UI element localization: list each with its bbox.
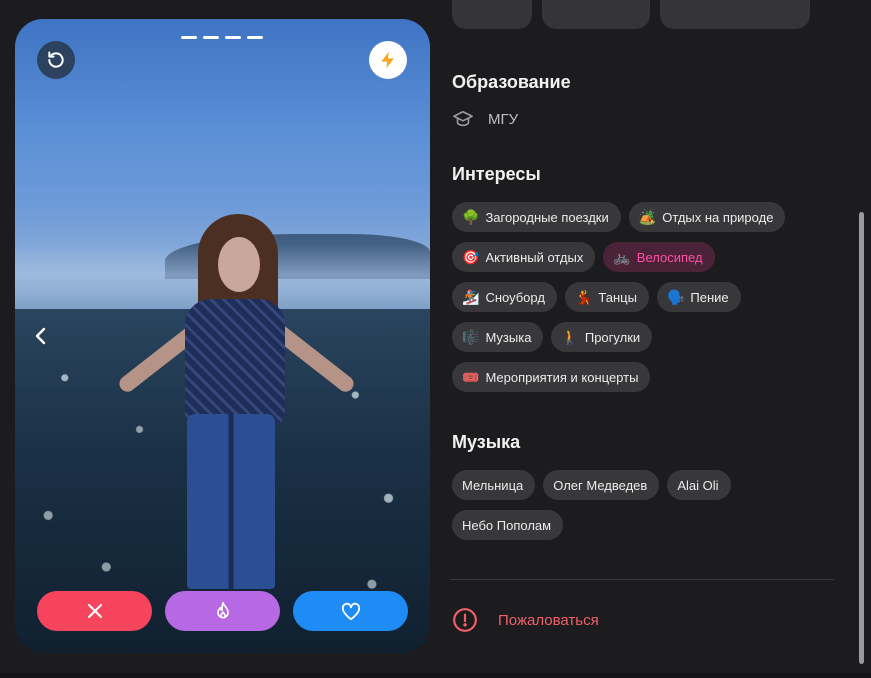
previous-photo-button[interactable] [30, 322, 52, 350]
lightning-icon [381, 51, 394, 69]
interest-chip-active[interactable]: 🚲 Велосипед [603, 242, 715, 272]
info-chip [542, 0, 650, 29]
interest-emoji-icon: 🎼 [462, 329, 480, 345]
music-label: Олег Медведев [553, 477, 648, 493]
interest-emoji-icon: 🎟️ [462, 369, 480, 385]
interest-chip[interactable]: 💃 Танцы [564, 282, 649, 312]
undo-icon [48, 51, 64, 68]
photo-progress-segment[interactable] [225, 36, 241, 39]
interest-chip[interactable]: 🏂 Сноуборд [452, 282, 557, 312]
scrollbar-thumb[interactable] [859, 212, 864, 664]
report-button[interactable]: Пожаловаться [452, 607, 599, 633]
interest-chip[interactable]: 🎯 Активный отдых [452, 242, 596, 272]
heart-icon [341, 602, 360, 621]
undo-button[interactable] [37, 41, 75, 79]
interest-label: Мероприятия и концерты [485, 369, 639, 385]
music-label: Alai Oli [677, 477, 719, 493]
interest-chip[interactable]: 🗣️ Пение [656, 282, 741, 312]
top-info-chips-cutoff [452, 0, 810, 29]
photo-person-legs [187, 414, 275, 589]
alert-circle-icon [453, 608, 477, 632]
interest-chip[interactable]: 🎼 Музыка [452, 322, 544, 352]
photo-progress-segment[interactable] [247, 36, 263, 39]
music-label: Небо Пополам [462, 517, 552, 533]
education-value: МГУ [488, 110, 519, 128]
interest-label: Пение [690, 289, 729, 305]
interests-title: Интересы [452, 164, 541, 184]
interest-label: Музыка [485, 329, 532, 345]
section-divider [450, 579, 834, 580]
photo-person-face [218, 237, 260, 292]
window-bottom-edge [0, 673, 871, 678]
interest-label: Велосипед [636, 249, 703, 265]
swipe-action-bar [37, 591, 408, 631]
photo-progress-indicator [181, 36, 263, 39]
photo-progress-segment[interactable] [203, 36, 219, 39]
music-chip[interactable]: Alai Oli [667, 470, 731, 500]
interest-emoji-icon: 🚲 [613, 249, 631, 265]
interest-label: Танцы [598, 289, 637, 305]
music-chip[interactable]: Олег Медведев [543, 470, 660, 500]
chevron-left-icon [35, 327, 46, 345]
interest-emoji-icon: 🗣️ [666, 289, 685, 305]
interest-emoji-icon: 🎯 [462, 249, 480, 265]
interest-emoji-icon: 💃 [574, 289, 593, 305]
interests-list: 🌳 Загородные поездки 🏕️ Отдых на природе 🎯… [452, 202, 822, 392]
music-title: Музыка [452, 432, 521, 452]
profile-photo-card[interactable] [15, 19, 430, 653]
photo-person-torso [185, 299, 285, 424]
photo-progress-segment[interactable] [181, 36, 197, 39]
interest-label: Загородные поездки [485, 209, 609, 225]
close-icon [87, 603, 102, 619]
nope-button[interactable] [37, 591, 152, 631]
flame-icon [216, 601, 229, 619]
interest-emoji-icon: 🏂 [462, 289, 480, 305]
interest-emoji-icon: 🏕️ [638, 209, 657, 225]
info-chip [660, 0, 810, 29]
interest-emoji-icon: 🌳 [462, 209, 480, 225]
interest-chip[interactable]: 🌳 Загородные поездки [452, 202, 621, 232]
graduation-cap-icon [453, 110, 473, 127]
education-row: МГУ [452, 109, 518, 129]
interest-chip[interactable]: 🎟️ Мероприятия и концерты [452, 362, 651, 392]
interest-label: Активный отдых [485, 249, 584, 265]
profile-details-pane: Образование МГУ Интересы 🌳 Загородные пое… [430, 0, 871, 678]
interest-chip[interactable]: 🚶 Прогулки [551, 322, 653, 352]
report-label: Пожаловаться [498, 611, 599, 629]
like-button[interactable] [293, 591, 408, 631]
interest-emoji-icon: 🚶 [561, 329, 579, 345]
boost-button[interactable] [369, 41, 407, 79]
interest-chip[interactable]: 🏕️ Отдых на природе [628, 202, 786, 232]
interest-label: Прогулки [584, 329, 641, 345]
info-chip [452, 0, 532, 29]
education-title: Образование [452, 72, 571, 92]
interest-label: Отдых на природе [662, 209, 774, 225]
music-list: Мельница Олег Медведев Alai Oli Небо Поп… [452, 470, 822, 540]
music-chip[interactable]: Небо Пополам [452, 510, 564, 540]
music-label: Мельница [462, 477, 524, 493]
superlike-button[interactable] [165, 591, 280, 631]
interest-label: Сноуборд [485, 289, 545, 305]
music-chip[interactable]: Мельница [452, 470, 536, 500]
